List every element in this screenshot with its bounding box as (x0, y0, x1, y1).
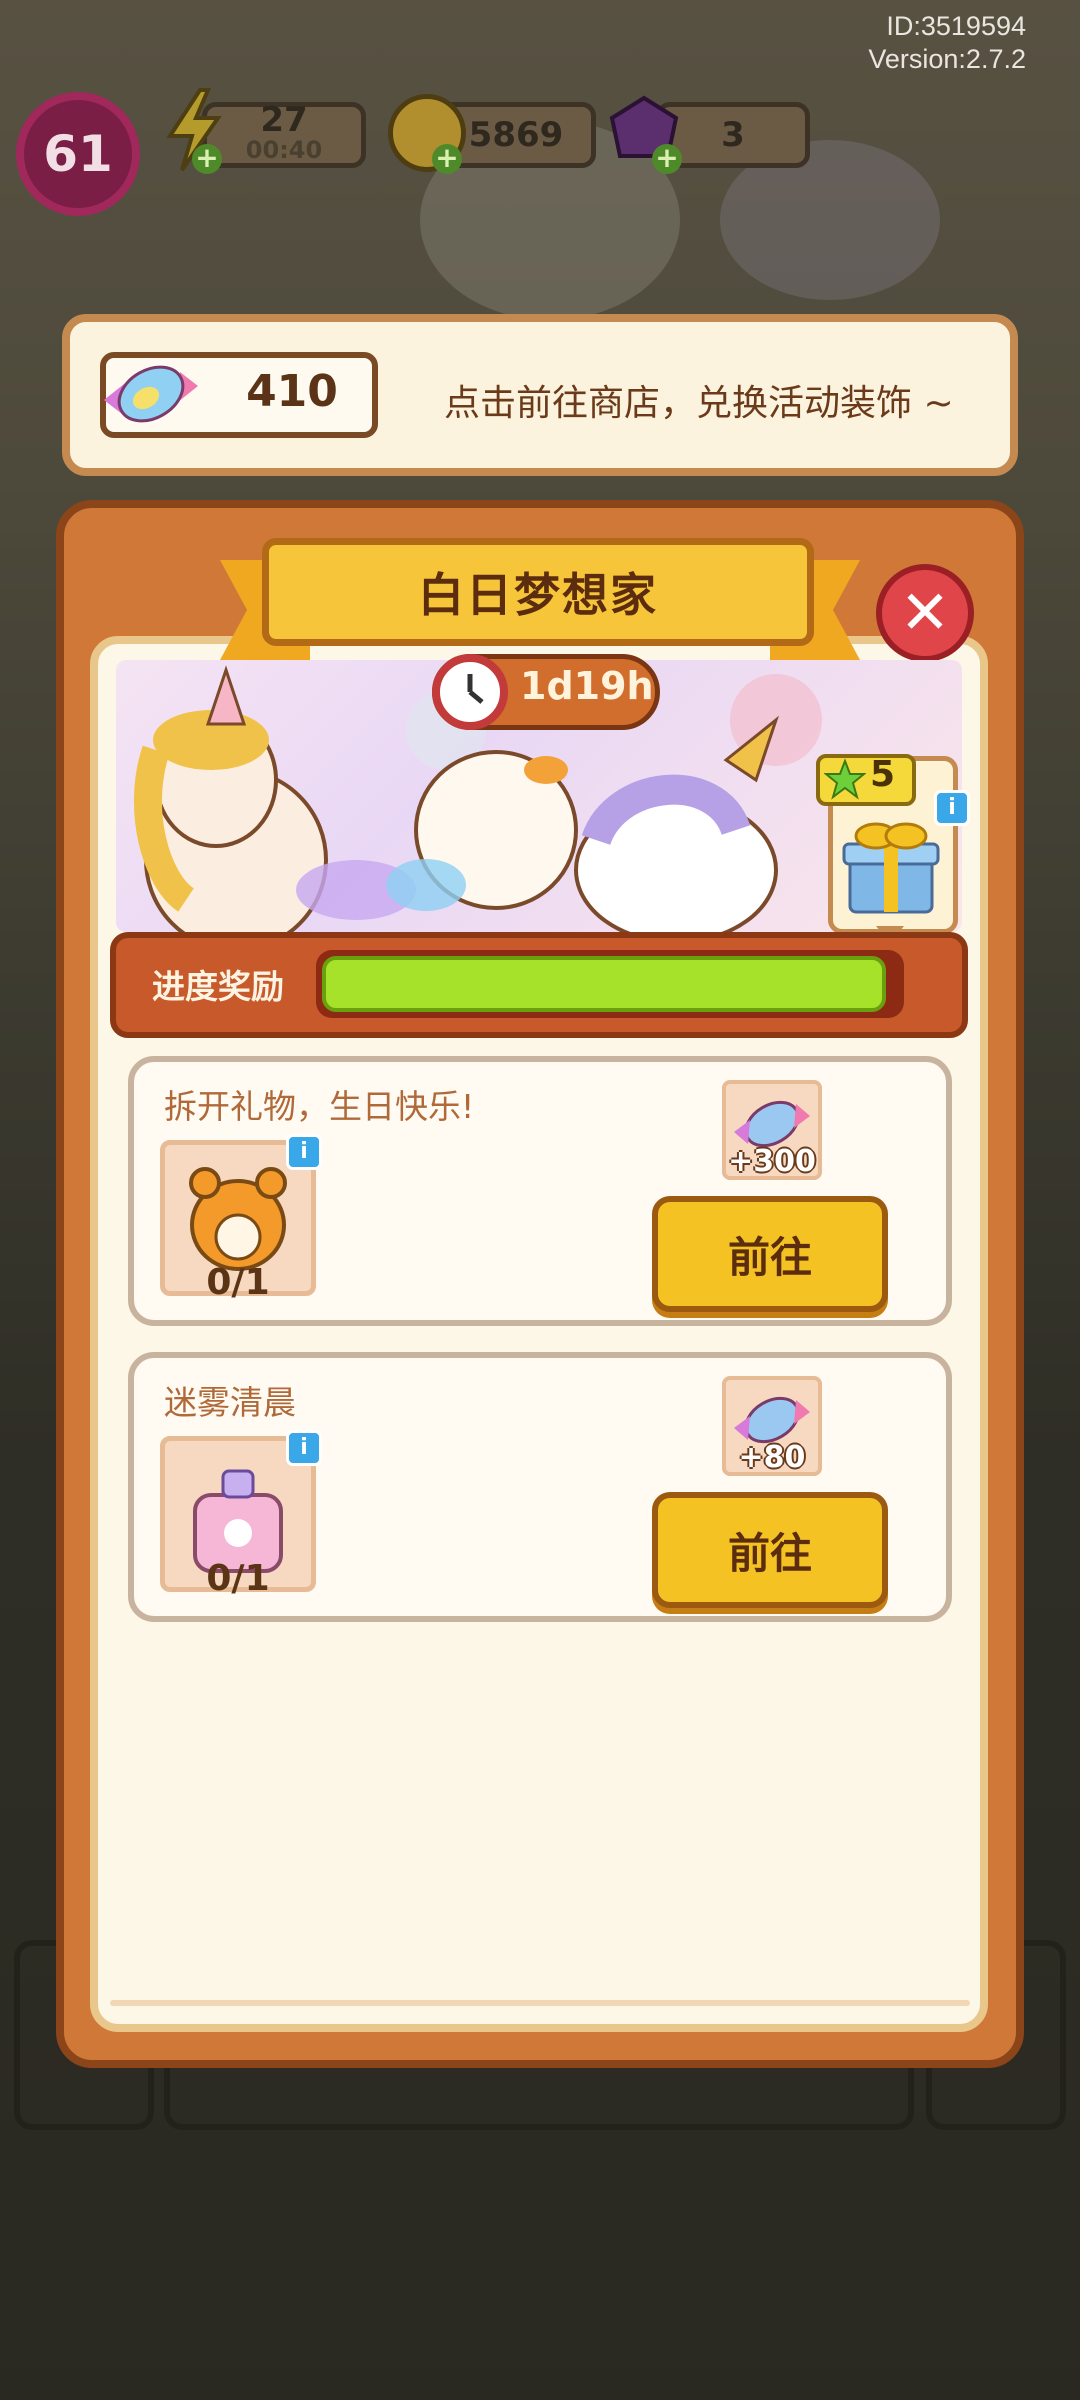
info-icon[interactable]: i (286, 1134, 322, 1170)
energy-timer: 00:40 (245, 136, 323, 164)
milestone-stars: 5 (870, 754, 896, 795)
build-info: ID:3519594 Version:2.7.2 (868, 10, 1026, 76)
candy-count: 410 (246, 366, 338, 417)
candy-icon (96, 340, 206, 450)
progress-label: 进度奖励 (152, 967, 284, 1006)
task-go-button[interactable]: 前往 (652, 1196, 888, 1312)
event-title: 白日梦想家 (418, 568, 658, 622)
task-go-button[interactable]: 前往 (652, 1492, 888, 1608)
add-coins-button[interactable]: + (432, 144, 462, 174)
gem-value: 3 (721, 115, 745, 155)
energy-counter[interactable]: 27 00:40 (202, 102, 366, 168)
task-title: 拆开礼物，生日快乐! (164, 1087, 475, 1126)
coin-value: 5869 (468, 115, 564, 155)
level-number: 61 (43, 125, 113, 183)
add-energy-button[interactable]: + (192, 144, 222, 174)
version-label: Version:2.7.2 (868, 44, 1026, 74)
task-progress-count: 0/1 (206, 1262, 270, 1303)
list-bottom-divider (110, 2000, 970, 2006)
progress-fill (322, 956, 886, 1012)
level-badge[interactable]: 61 (16, 92, 140, 216)
star-icon (823, 758, 867, 800)
task-progress-count: 0/1 (206, 1558, 270, 1599)
task-reward-amount: +300 (728, 1144, 816, 1179)
clock-icon (432, 654, 508, 730)
task-title: 迷雾清晨 (164, 1383, 296, 1422)
close-button[interactable]: ✕ (876, 564, 974, 662)
user-id: ID:3519594 (886, 11, 1026, 41)
energy-value: 27 (260, 100, 308, 140)
info-icon[interactable]: i (286, 1430, 322, 1466)
event-timer-text: 1d19h (520, 664, 654, 708)
add-gems-button[interactable]: + (652, 144, 682, 174)
shop-hint[interactable]: 点击前往商店，兑换活动装饰 ~ (444, 374, 954, 426)
task-reward-amount: +80 (738, 1440, 806, 1475)
gift-box-icon (836, 810, 946, 920)
event-title-plate: 白日梦想家 (262, 538, 814, 646)
info-icon[interactable]: i (934, 790, 970, 826)
